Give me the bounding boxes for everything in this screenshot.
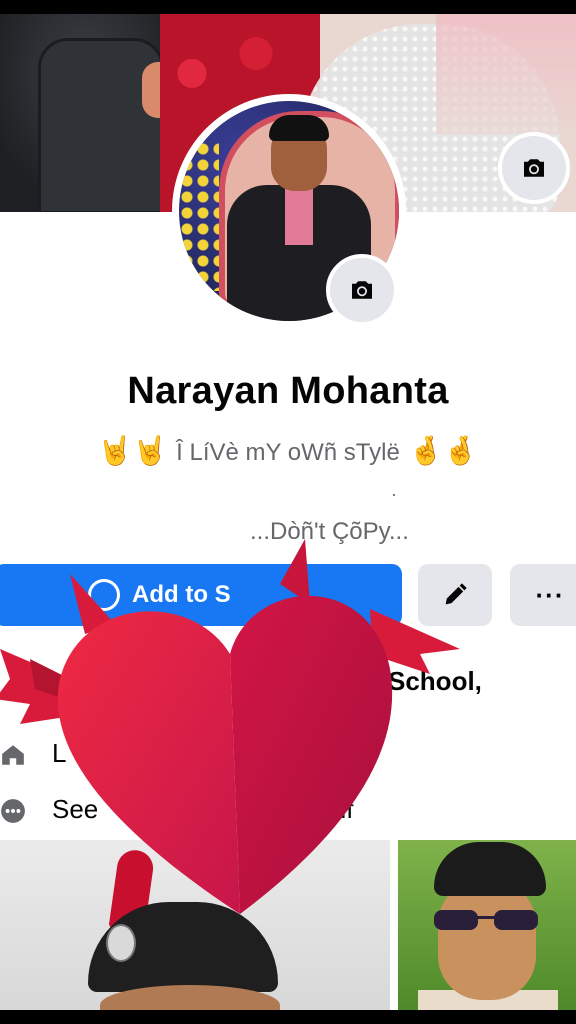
bio-line-1: 🤘🤘 Î LíVè mY oWñ sTylë 🤞🤞: [0, 434, 576, 467]
plus-icon: [88, 579, 120, 611]
school-detail: School,: [388, 666, 482, 696]
crossed-fingers-emoji: 🤞🤞: [408, 435, 479, 466]
see-about-text: See: [52, 794, 99, 824]
bio-line-3: ...Dòñ't ÇõPy...: [250, 518, 409, 545]
add-to-story-button[interactable]: Add to S: [0, 564, 402, 626]
avatar-camera-button[interactable]: [326, 254, 398, 326]
rock-hand-emoji: 🤘🤘: [97, 435, 168, 466]
see-about-suffix: elf: [326, 794, 354, 824]
home-icon: [2, 745, 24, 765]
photo-tile-1[interactable]: [0, 840, 390, 1010]
more-icon: [1, 799, 25, 823]
profile-screen: Narayan Mohanta 🤘🤘 Î LíVè mY oWñ sTylë 🤞…: [0, 14, 576, 1010]
cover-camera-button[interactable]: [498, 132, 570, 204]
bio-text: Î LíVè mY oWñ sTylë: [176, 439, 400, 466]
see-about-detail[interactable]: See elf: [0, 794, 576, 834]
add-to-story-label: Add to S: [132, 581, 231, 608]
pencil-icon: [445, 583, 467, 605]
profile-name: Narayan Mohanta: [127, 370, 449, 412]
camera-icon: [524, 159, 544, 177]
camera-icon: [352, 281, 372, 299]
more-options-button[interactable]: ···: [510, 564, 576, 626]
photo-tile-2[interactable]: [398, 840, 576, 1010]
bio-line-2: .: [391, 480, 397, 500]
edit-profile-button[interactable]: [418, 564, 492, 626]
more-dots: ···: [535, 579, 565, 610]
lives-in-detail: L: [0, 738, 576, 778]
cover-drape: [436, 14, 576, 134]
lives-in-text: L: [52, 738, 67, 768]
